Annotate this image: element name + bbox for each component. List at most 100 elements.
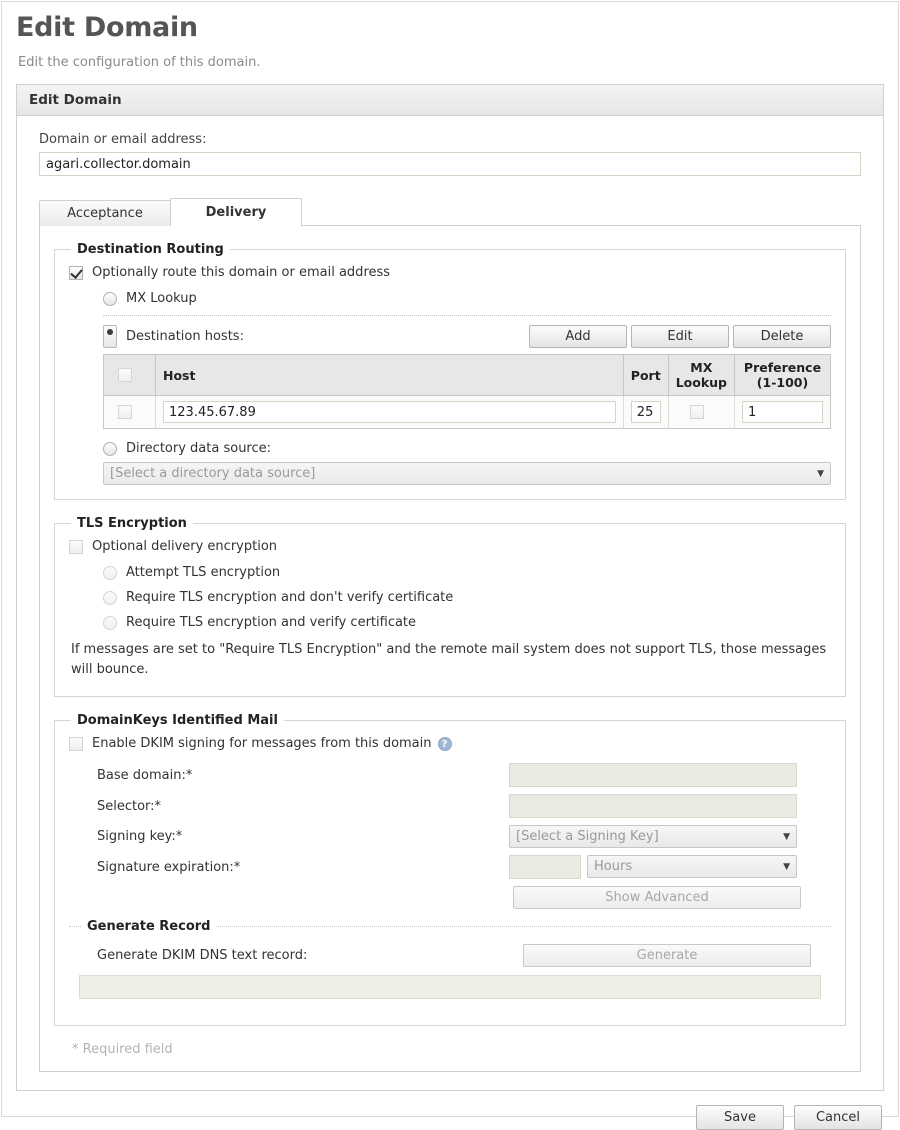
tls-require-verify-label: Require TLS encryption and verify certif… xyxy=(126,615,416,630)
destination-routing-fieldset: Destination Routing Optionally route thi… xyxy=(54,242,846,500)
generate-record-control: Generate xyxy=(519,944,807,967)
dkim-base-domain-control xyxy=(509,763,797,787)
directory-data-source-select[interactable]: [Select a directory data source] ▼ xyxy=(103,462,831,485)
mx-lookup-radio-row[interactable]: MX Lookup xyxy=(103,291,831,306)
tls-optional-checkbox[interactable] xyxy=(69,540,83,554)
add-button[interactable]: Add xyxy=(529,325,627,348)
row-port-cell xyxy=(623,396,668,429)
dkim-signing-key-value: [Select a Signing Key] xyxy=(516,829,659,844)
tabs: Acceptance Delivery xyxy=(39,198,861,226)
dkim-signing-key-select[interactable]: [Select a Signing Key] ▼ xyxy=(509,825,797,848)
enable-routing-row[interactable]: Optionally route this domain or email ad… xyxy=(69,265,831,280)
generate-record-label: Generate DKIM DNS text record: xyxy=(79,948,519,963)
enable-routing-label: Optionally route this domain or email ad… xyxy=(92,265,390,280)
dkim-signing-key-label: Signing key:* xyxy=(69,829,509,844)
port-header: Port xyxy=(623,355,668,396)
select-all-header xyxy=(104,355,156,396)
dkim-signature-expiration-label: Signature expiration:* xyxy=(69,860,509,875)
row-mx-lookup-checkbox[interactable] xyxy=(690,405,704,419)
host-header: Host xyxy=(156,355,624,396)
mx-lookup-radio[interactable] xyxy=(103,292,117,306)
destination-hosts-table: Host Port MX Lookup Preference (1-100) xyxy=(103,354,831,429)
preference-header-line1: Preference xyxy=(744,360,821,375)
page-title: Edit Domain xyxy=(16,12,884,43)
domain-input[interactable] xyxy=(39,152,861,176)
directory-radio-row[interactable]: Directory data source: xyxy=(103,441,831,456)
enable-routing-checkbox[interactable] xyxy=(69,266,83,280)
generate-record-legend: Generate Record xyxy=(81,919,216,934)
dkim-enable-checkbox[interactable] xyxy=(69,737,83,751)
destination-hosts-buttons: Add Edit Delete xyxy=(525,325,831,348)
tab-acceptance[interactable]: Acceptance xyxy=(39,200,171,226)
directory-select-wrap: [Select a directory data source] ▼ xyxy=(103,462,831,485)
table-header-row: Host Port MX Lookup Preference (1-100) xyxy=(104,355,831,396)
destination-hosts-radio[interactable] xyxy=(103,325,117,348)
dkim-selector-row: Selector:* xyxy=(69,794,831,818)
destination-hosts-block: Destination hosts: Add Edit Delete xyxy=(103,325,831,429)
page-frame: Edit Domain Edit the configuration of th… xyxy=(1,1,899,1117)
directory-data-source-value: [Select a directory data source] xyxy=(110,466,315,481)
chevron-down-icon: ▼ xyxy=(783,832,790,842)
dkim-enable-row[interactable]: Enable DKIM signing for messages from th… xyxy=(69,736,831,751)
tab-panel-delivery: Destination Routing Optionally route thi… xyxy=(39,225,861,1072)
chevron-down-icon: ▼ xyxy=(817,469,824,479)
tls-optional-label: Optional delivery encryption xyxy=(92,539,277,554)
dkim-selector-control xyxy=(509,794,797,818)
directory-data-source-radio[interactable] xyxy=(103,442,117,456)
select-all-wrap xyxy=(111,368,148,382)
mx-lookup-label: MX Lookup xyxy=(126,291,197,306)
row-mx-wrap xyxy=(676,405,727,419)
select-all-checkbox[interactable] xyxy=(118,368,132,382)
row-preference-input[interactable] xyxy=(742,401,823,423)
dkim-signature-expiration-unit-value: Hours xyxy=(594,859,632,874)
table-row xyxy=(104,396,831,429)
tls-option-row-2[interactable]: Require TLS encryption and don't verify … xyxy=(103,590,831,605)
preference-header-line2: (1-100) xyxy=(757,375,808,390)
dkim-selector-input[interactable] xyxy=(509,794,797,818)
dkim-signature-expiration-input[interactable] xyxy=(509,855,581,879)
row-select-checkbox[interactable] xyxy=(118,405,132,419)
delete-button[interactable]: Delete xyxy=(733,325,831,348)
edit-domain-panel: Edit Domain Domain or email address: Acc… xyxy=(16,84,884,1091)
show-advanced-button[interactable]: Show Advanced xyxy=(513,886,801,909)
dkim-signing-key-control: [Select a Signing Key] ▼ xyxy=(509,825,797,848)
row-select-wrap xyxy=(111,405,148,419)
tls-optional-row[interactable]: Optional delivery encryption xyxy=(69,539,831,554)
row-host-cell xyxy=(156,396,624,429)
preference-header: Preference (1-100) xyxy=(735,355,831,396)
row-host-input[interactable] xyxy=(163,401,616,423)
required-field-note: * Required field xyxy=(72,1042,846,1057)
help-icon[interactable]: ? xyxy=(438,737,452,751)
panel-body: Domain or email address: Acceptance Deli… xyxy=(17,116,883,1090)
row-preference-cell xyxy=(735,396,831,429)
tls-attempt-radio[interactable] xyxy=(103,566,117,580)
routing-divider xyxy=(103,315,831,316)
generate-record-row: Generate DKIM DNS text record: Generate xyxy=(79,944,821,967)
tls-require-verify-radio[interactable] xyxy=(103,616,117,630)
table-head: Host Port MX Lookup Preference (1-100) xyxy=(104,355,831,396)
dkim-legend: DomainKeys Identified Mail xyxy=(71,713,284,728)
tls-option-row-3[interactable]: Require TLS encryption and verify certif… xyxy=(103,615,831,630)
dkim-base-domain-row: Base domain:* xyxy=(69,763,831,787)
tls-option-row-1[interactable]: Attempt TLS encryption xyxy=(103,565,831,580)
destination-routing-legend: Destination Routing xyxy=(71,242,230,257)
dkim-signature-expiration-unit-select[interactable]: Hours ▼ xyxy=(587,855,797,878)
row-mx-cell xyxy=(668,396,734,429)
generate-record-fieldset: Generate Record Generate DKIM DNS text r… xyxy=(69,919,831,1009)
tls-require-noverify-radio[interactable] xyxy=(103,591,117,605)
tls-note: If messages are set to "Require TLS Encr… xyxy=(71,640,829,680)
generate-button[interactable]: Generate xyxy=(523,944,811,967)
edit-button[interactable]: Edit xyxy=(631,325,729,348)
page-subtitle: Edit the configuration of this domain. xyxy=(18,55,884,70)
dkim-base-domain-input[interactable] xyxy=(509,763,797,787)
footer-actions: Save Cancel xyxy=(2,1091,898,1130)
row-port-input[interactable] xyxy=(631,401,661,423)
dkim-fields: Base domain:* Selector:* S xyxy=(69,763,831,909)
tabstrip: Acceptance Delivery xyxy=(39,198,861,226)
tab-delivery[interactable]: Delivery xyxy=(170,198,302,226)
generate-record-output xyxy=(79,975,821,999)
panel-header: Edit Domain xyxy=(17,85,883,116)
row-select-cell xyxy=(104,396,156,429)
tls-legend: TLS Encryption xyxy=(71,516,193,531)
mx-lookup-header-line2: Lookup xyxy=(676,375,727,390)
